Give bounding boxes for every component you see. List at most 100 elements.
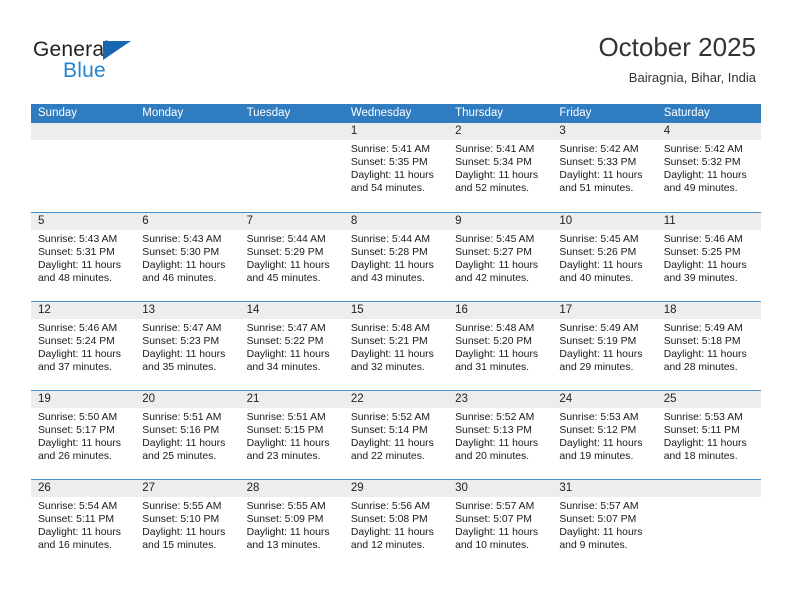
calendar-day-cell-empty [239,123,344,212]
sunrise-text: Sunrise: 5:57 AM [455,501,535,512]
daylight-text-line1: Daylight: 11 hours [246,438,330,450]
calendar-day-cell[interactable]: 5 Sunrise: 5:43 AM Sunset: 5:31 PM Daylight… [31,213,136,301]
calendar-grid: Sunday Monday Tuesday Wednesday Thursday Frid… [31,104,761,568]
day-details: Sunrise: 5:48 AM Sunset: 5:20 PM Daylight:… [448,319,552,374]
sunrise-text: Sunrise: 5:52 AM [455,412,535,423]
day-number: 28 [239,480,344,497]
day-details: Sunrise: 5:49 AM Sunset: 5:19 PM Daylight:… [552,319,656,374]
day-number: 18 [656,302,761,319]
day-number: 6 [135,213,240,230]
calendar-day-cell[interactable]: 6 Sunrise: 5:43 AM Sunset: 5:30 PM Daylight… [135,213,240,301]
sunset-text: Sunset: 5:19 PM [559,336,637,348]
sunrise-text: Sunrise: 5:42 AM [663,144,743,155]
day-of-week-thursday: Thursday [455,107,504,119]
daylight-text-line1: Daylight: 11 hours [559,170,643,182]
sunset-text: Sunset: 5:31 PM [38,247,115,259]
daylight-text-line1: Daylight: 11 hours [38,438,121,450]
sunrise-text: Sunrise: 5:48 AM [350,323,430,334]
calendar-day-cell[interactable]: 14 Sunrise: 5:47 AM Sunset: 5:22 PM Dayligh… [239,302,344,390]
day-number: 25 [656,391,761,408]
calendar-day-cell[interactable]: 19 Sunrise: 5:50 AM Sunset: 5:17 PM Dayligh… [31,391,136,479]
daylight-text-line2: and 34 minutes. [246,362,321,374]
daylight-text-line2: and 15 minutes. [142,540,217,552]
sunset-text: Sunset: 5:28 PM [350,247,428,259]
calendar-day-cell[interactable]: 30 Sunrise: 5:57 AM Sunset: 5:07 PM Dayligh… [448,480,553,568]
sunset-text: Sunset: 5:35 PM [350,157,428,169]
day-details: Sunrise: 5:44 AM Sunset: 5:28 PM Daylight:… [344,230,448,285]
day-number: 13 [135,302,240,319]
calendar-day-cell[interactable]: 8 Sunrise: 5:44 AM Sunset: 5:28 PM Daylight… [343,213,449,301]
day-number: 30 [448,480,553,497]
generalblue-logo[interactable]: General Blue [33,38,193,86]
daylight-text-line2: and 49 minutes. [663,183,738,195]
sunset-text: Sunset: 5:09 PM [246,514,324,526]
calendar-day-cell[interactable]: 17 Sunrise: 5:49 AM Sunset: 5:19 PM Dayligh… [552,302,657,390]
calendar-day-cell[interactable]: 22 Sunrise: 5:52 AM Sunset: 5:14 PM Dayligh… [343,391,449,479]
calendar-day-cell[interactable]: 13 Sunrise: 5:47 AM Sunset: 5:23 PM Dayligh… [135,302,240,390]
daylight-text-line2: and 39 minutes. [663,273,738,285]
calendar-day-cell[interactable]: 28 Sunrise: 5:55 AM Sunset: 5:09 PM Dayligh… [239,480,344,568]
calendar-day-cell[interactable]: 18 Sunrise: 5:49 AM Sunset: 5:18 PM Dayligh… [656,302,761,390]
calendar-day-cell[interactable]: 3 Sunrise: 5:42 AM Sunset: 5:33 PM Daylight… [552,123,657,212]
sunset-text: Sunset: 5:25 PM [663,247,741,259]
day-details: Sunrise: 5:45 AM Sunset: 5:26 PM Daylight:… [552,230,656,285]
sunset-text: Sunset: 5:24 PM [38,336,115,348]
page-title: October 2025 [598,32,756,62]
calendar-day-cell[interactable]: 15 Sunrise: 5:48 AM Sunset: 5:21 PM Dayligh… [343,302,449,390]
sunset-text: Sunset: 5:33 PM [559,157,637,169]
sunset-text: Sunset: 5:17 PM [38,425,115,437]
calendar-day-cell[interactable]: 12 Sunrise: 5:46 AM Sunset: 5:24 PM Dayligh… [31,302,136,390]
day-details: Sunrise: 5:54 AM Sunset: 5:11 PM Daylight:… [31,497,135,552]
calendar-weeks: 1 Sunrise: 5:41 AM Sunset: 5:35 PM Daylight… [31,123,761,568]
day-number: 26 [31,480,136,497]
daylight-text-line1: Daylight: 11 hours [663,260,747,272]
daylight-text-line1: Daylight: 11 hours [455,527,539,539]
day-details: Sunrise: 5:44 AM Sunset: 5:29 PM Daylight:… [240,230,344,285]
calendar-day-cell[interactable]: 27 Sunrise: 5:55 AM Sunset: 5:10 PM Dayligh… [135,480,240,568]
sunset-text: Sunset: 5:29 PM [246,247,324,259]
calendar-day-cell[interactable]: 11 Sunrise: 5:46 AM Sunset: 5:25 PM Dayligh… [656,213,761,301]
day-number: 27 [135,480,240,497]
sunset-text: Sunset: 5:07 PM [455,514,532,526]
daylight-text-line2: and 48 minutes. [38,273,112,285]
calendar-day-cell[interactable]: 29 Sunrise: 5:56 AM Sunset: 5:08 PM Dayligh… [343,480,449,568]
calendar-day-cell[interactable]: 20 Sunrise: 5:51 AM Sunset: 5:16 PM Dayligh… [135,391,240,479]
calendar-day-cell[interactable]: 24 Sunrise: 5:53 AM Sunset: 5:12 PM Dayligh… [552,391,657,479]
sunrise-text: Sunrise: 5:57 AM [559,501,639,512]
calendar-day-cell[interactable]: 26 Sunrise: 5:54 AM Sunset: 5:11 PM Dayligh… [31,480,136,568]
day-number: 21 [239,391,344,408]
calendar-day-cell[interactable]: 7 Sunrise: 5:44 AM Sunset: 5:29 PM Daylight… [239,213,344,301]
sunset-text: Sunset: 5:14 PM [350,425,428,437]
day-of-week-friday: Friday [559,107,592,119]
daylight-text-line1: Daylight: 11 hours [350,527,434,539]
calendar-day-cell[interactable]: 16 Sunrise: 5:48 AM Sunset: 5:20 PM Dayligh… [448,302,553,390]
calendar-day-cell[interactable]: 1 Sunrise: 5:41 AM Sunset: 5:35 PM Daylight… [343,123,449,212]
day-details: Sunrise: 5:57 AM Sunset: 5:07 PM Daylight:… [552,497,656,552]
daylight-text-line1: Daylight: 11 hours [455,438,539,450]
day-details: Sunrise: 5:53 AM Sunset: 5:12 PM Daylight:… [552,408,656,463]
calendar-day-cell[interactable]: 21 Sunrise: 5:51 AM Sunset: 5:15 PM Dayligh… [239,391,344,479]
daylight-text-line2: and 9 minutes. [559,540,628,552]
day-number: 14 [239,302,344,319]
day-number: 20 [135,391,240,408]
daylight-text-line1: Daylight: 11 hours [38,260,121,272]
day-number: 16 [448,302,553,319]
calendar-day-cell[interactable]: 23 Sunrise: 5:52 AM Sunset: 5:13 PM Dayligh… [448,391,553,479]
logo-text-blue: Blue [63,59,106,82]
calendar-day-cell[interactable]: 10 Sunrise: 5:45 AM Sunset: 5:26 PM Dayligh… [552,213,657,301]
calendar-week-row: 26 Sunrise: 5:54 AM Sunset: 5:11 PM Dayligh… [31,479,761,568]
sunrise-text: Sunrise: 5:42 AM [559,144,639,155]
calendar-day-cell[interactable]: 4 Sunrise: 5:42 AM Sunset: 5:32 PM Daylight… [656,123,761,212]
calendar-day-cell[interactable]: 9 Sunrise: 5:45 AM Sunset: 5:27 PM Daylight… [448,213,553,301]
day-of-week-monday: Monday [142,107,184,119]
calendar-day-cell[interactable]: 31 Sunrise: 5:57 AM Sunset: 5:07 PM Dayligh… [552,480,657,568]
daylight-text-line2: and 18 minutes. [663,451,738,463]
calendar-day-cell[interactable]: 2 Sunrise: 5:41 AM Sunset: 5:34 PM Daylight… [448,123,553,212]
daylight-text-line2: and 26 minutes. [38,451,112,463]
daylight-text-line1: Daylight: 11 hours [38,527,121,539]
sunrise-text: Sunrise: 5:56 AM [350,501,430,512]
sunrise-text: Sunrise: 5:46 AM [663,234,743,245]
calendar-day-cell[interactable]: 25 Sunrise: 5:53 AM Sunset: 5:11 PM Dayligh… [656,391,761,479]
sunrise-text: Sunrise: 5:53 AM [559,412,639,423]
daylight-text-line2: and 25 minutes. [142,451,217,463]
